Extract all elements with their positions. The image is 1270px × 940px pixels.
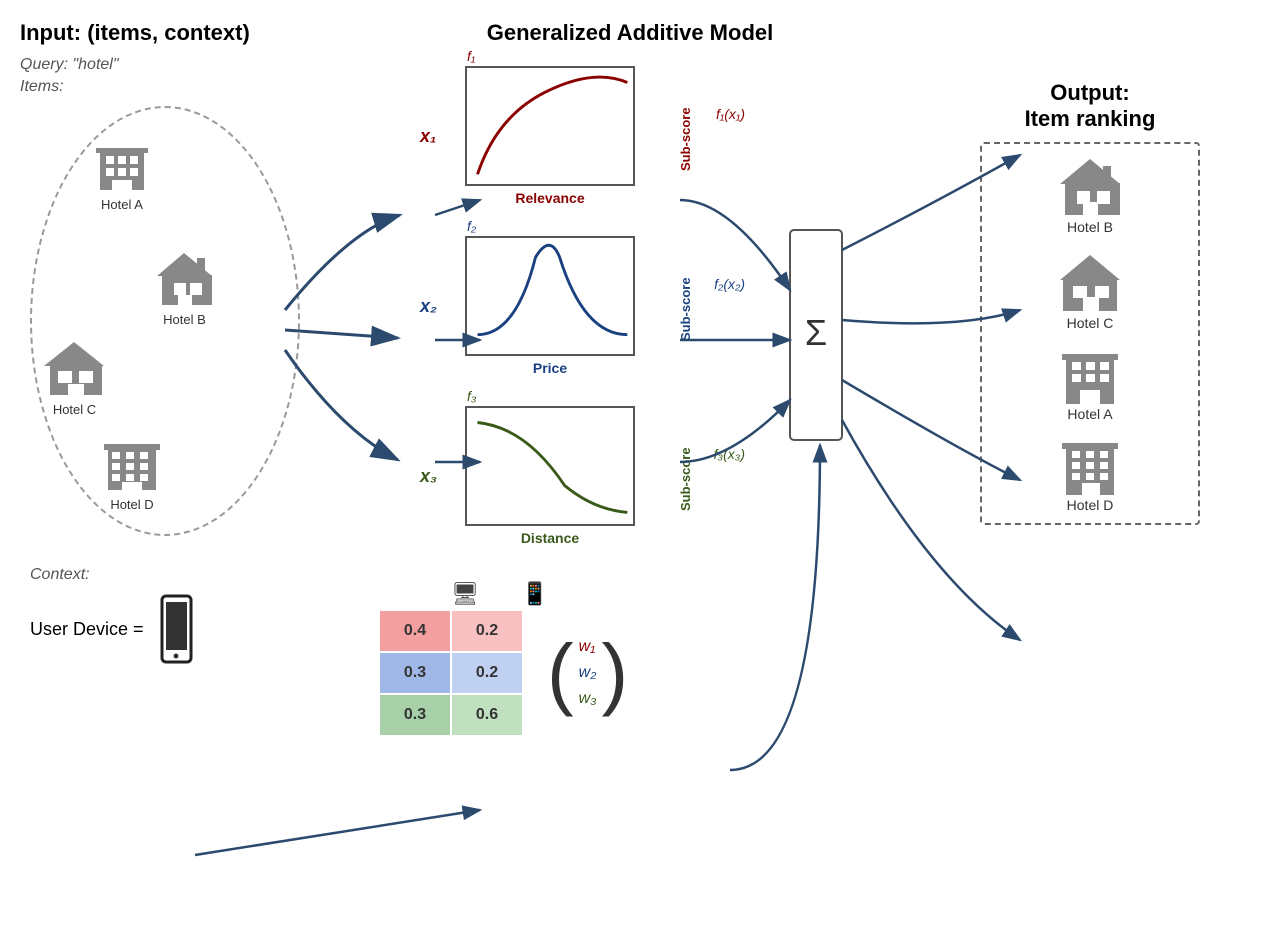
hotel-d-icon [102, 438, 162, 493]
f2x2-label: f₂(x₂) [714, 276, 745, 292]
chart-1 [465, 66, 635, 186]
w1-label: w₁ [579, 638, 597, 656]
desktop-icon: 🖥 [430, 581, 500, 607]
items-oval: Hotel A Hotel B [30, 106, 300, 536]
context-label: Context: [30, 566, 340, 584]
output-hotel-c: Hotel C [992, 250, 1188, 331]
query-text: Query: "hotel" [20, 56, 340, 74]
output-hotel-b-icon [1055, 154, 1125, 219]
hotel-b-item: Hotel B [152, 248, 217, 327]
weight-vector-container: ( w₁ w₂ w₃ ) [547, 633, 628, 713]
hotel-b-label: Hotel B [163, 312, 206, 327]
x3-label: x₃ [420, 466, 455, 487]
chart-3 [465, 406, 635, 526]
w1-mobile: 0.2 [452, 611, 522, 651]
f3x3-label: f₃(x₃) [714, 446, 745, 462]
features-area: x₁ f₁ Relevance Sub-score f₁(x₁) x [420, 66, 900, 546]
w2-label: w₂ [579, 664, 597, 682]
f2-label: f₂ [467, 218, 476, 234]
subscore-1: Sub-score [678, 71, 693, 171]
relevance-label: Relevance [465, 190, 635, 206]
left-section: Input: (items, context) Query: "hotel" I… [20, 20, 340, 664]
w2-mobile: 0.2 [452, 653, 522, 693]
feature-row-2: x₂ f₂ Price Sub-score f₂(x₂) [420, 236, 900, 376]
weight-matrix: 0.4 0.2 0.3 0.2 0.3 0.6 [380, 611, 522, 735]
hotel-b-icon [152, 248, 217, 308]
chart-3-svg [467, 408, 633, 524]
hotel-a-icon [92, 138, 152, 193]
input-title: Input: (items, context) [20, 20, 340, 46]
query-prefix: Query: [20, 56, 72, 73]
weight-matrix-area: 🖥 📱 0.4 0.2 0.3 0.2 0.3 0.6 ( w₁ w₂ [370, 581, 900, 735]
output-hotel-a-label: Hotel A [1067, 406, 1112, 422]
right-section: Output: Item ranking Hotel B [980, 80, 1200, 525]
subscore-2: Sub-score [678, 241, 693, 341]
w2-desktop: 0.3 [380, 653, 450, 693]
output-hotel-d-icon [1060, 437, 1120, 497]
mobile-icon: 📱 [500, 581, 570, 607]
bracket-open: ( [547, 633, 574, 713]
hotel-c-icon [42, 338, 107, 398]
main-container: Input: (items, context) Query: "hotel" I… [0, 0, 1270, 940]
feature-row-3: x₃ f₃ Distance Sub-score f₃(x₃) [420, 406, 900, 546]
query-value: "hotel" [72, 56, 118, 73]
w3-label: w₃ [579, 690, 597, 708]
hotel-c-label: Hotel C [53, 402, 96, 417]
output-hotel-b: Hotel B [992, 154, 1188, 235]
output-hotel-c-label: Hotel C [1067, 315, 1114, 331]
output-title: Output: Item ranking [980, 80, 1200, 132]
output-hotel-b-label: Hotel B [1067, 219, 1113, 235]
output-hotel-a: Hotel A [992, 346, 1188, 422]
x1-label: x₁ [420, 126, 455, 147]
output-hotel-d: Hotel D [992, 437, 1188, 513]
items-label: Items: [20, 78, 340, 96]
user-device-text: User Device = [30, 619, 144, 640]
f3-label: f₃ [467, 388, 476, 404]
hotel-d-label: Hotel D [110, 497, 153, 512]
hotel-a-item: Hotel A [92, 138, 152, 212]
hotel-a-label: Hotel A [101, 197, 143, 212]
distance-label: Distance [465, 530, 635, 546]
matrix-header: 🖥 📱 [430, 581, 570, 607]
f1x1-label: f₁(x₁) [716, 106, 745, 122]
output-hotel-d-label: Hotel D [1067, 497, 1114, 513]
weight-labels: w₁ w₂ w₃ [579, 638, 597, 708]
w3-mobile: 0.6 [452, 695, 522, 735]
w1-desktop: 0.4 [380, 611, 450, 651]
bracket-close: ) [602, 633, 629, 713]
f1-label: f₁ [467, 48, 475, 64]
output-hotel-a-icon [1060, 346, 1120, 406]
x2-label: x₂ [420, 296, 455, 317]
hotel-c-item: Hotel C [42, 338, 107, 417]
phone-icon [154, 594, 199, 664]
output-hotel-c-icon [1055, 250, 1125, 315]
middle-section: Generalized Additive Model x₁ f₁ Relevan… [360, 20, 900, 735]
output-box: Hotel B Hotel C [980, 142, 1200, 525]
w3-desktop: 0.3 [380, 695, 450, 735]
context-section: Context: User Device = [30, 566, 340, 664]
chart-1-svg [467, 68, 633, 184]
price-label: Price [465, 360, 635, 376]
subscore-3: Sub-score [678, 411, 693, 511]
chart-2-svg [467, 238, 633, 354]
feature-row-1: x₁ f₁ Relevance Sub-score f₁(x₁) [420, 66, 900, 206]
gam-title: Generalized Additive Model [360, 20, 900, 46]
chart-2 [465, 236, 635, 356]
matrix-row-wrapper: 0.4 0.2 0.3 0.2 0.3 0.6 ( w₁ w₂ w₃ ) [370, 611, 628, 735]
user-device-row: User Device = [30, 594, 340, 664]
hotel-d-item: Hotel D [102, 438, 162, 512]
